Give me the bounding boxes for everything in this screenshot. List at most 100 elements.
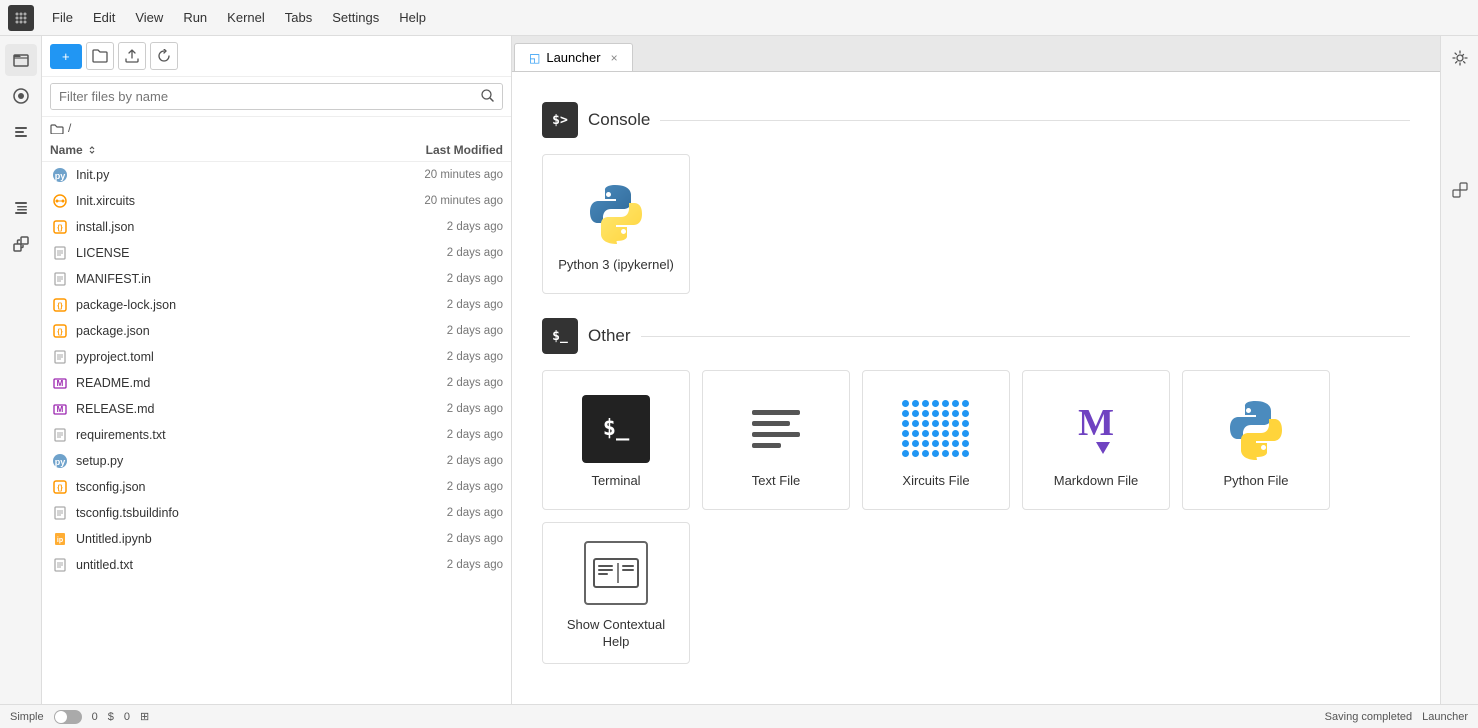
file-date: 2 days ago xyxy=(363,455,503,467)
file-date: 2 days ago xyxy=(363,247,503,259)
menu-run[interactable]: Run xyxy=(173,6,217,29)
svg-text:{}: {} xyxy=(57,225,63,232)
file-date: 2 days ago xyxy=(363,533,503,545)
list-item[interactable]: Init.xircuits 20 minutes ago xyxy=(42,188,511,214)
list-item[interactable]: {} package-lock.json 2 days ago xyxy=(42,292,511,318)
file-name: tsconfig.json xyxy=(76,480,363,494)
menu-kernel[interactable]: Kernel xyxy=(217,6,275,29)
search-input[interactable] xyxy=(51,84,473,109)
list-item[interactable]: MANIFEST.in 2 days ago xyxy=(42,266,511,292)
status-icon-dollar: $ xyxy=(108,711,114,723)
tab-close-icon[interactable]: × xyxy=(611,51,618,65)
launcher-card-contextual-help[interactable]: Show Contextual Help xyxy=(542,522,690,664)
sidebar-item-extensions[interactable] xyxy=(5,228,37,260)
section-console: $> Console xyxy=(542,102,1410,294)
file-name: Init.py xyxy=(76,168,363,182)
sidebar-item-commands[interactable] xyxy=(5,116,37,148)
new-folder-button[interactable] xyxy=(86,42,114,70)
list-item[interactable]: requirements.txt 2 days ago xyxy=(42,422,511,448)
launcher-card-markdown[interactable]: M Markdown File xyxy=(1022,370,1170,510)
launcher-card-pythonfile[interactable]: Python File xyxy=(1182,370,1330,510)
col-modified-header[interactable]: Last Modified xyxy=(363,143,503,157)
launcher-card-xircuits[interactable]: Xircuits File xyxy=(862,370,1010,510)
list-item[interactable]: M README.md 2 days ago xyxy=(42,370,511,396)
list-item[interactable]: {} package.json 2 days ago xyxy=(42,318,511,344)
list-item[interactable]: {} tsconfig.json 2 days ago xyxy=(42,474,511,500)
new-launcher-button[interactable]: + + xyxy=(50,44,82,69)
markdown-label: Markdown File xyxy=(1054,473,1139,490)
right-settings-icon[interactable] xyxy=(1446,44,1474,72)
file-name: README.md xyxy=(76,376,363,390)
other-section-icon: $_ xyxy=(542,318,578,354)
file-name: setup.py xyxy=(76,454,363,468)
svg-text:M: M xyxy=(57,379,64,388)
right-extension-icon[interactable] xyxy=(1446,176,1474,204)
status-toggle[interactable] xyxy=(54,710,82,724)
file-type-icon: M xyxy=(50,399,70,419)
textfile-icon-wrap xyxy=(742,395,810,463)
pythonfile-icon xyxy=(1222,395,1290,463)
file-type-icon: py xyxy=(50,451,70,471)
tab-bar: ◱ Launcher × xyxy=(512,36,1440,72)
menu-settings[interactable]: Settings xyxy=(322,6,389,29)
file-date: 2 days ago xyxy=(363,325,503,337)
list-item[interactable]: ip Untitled.ipynb 2 days ago xyxy=(42,526,511,552)
launcher-card-terminal[interactable]: $_ Terminal xyxy=(542,370,690,510)
file-toolbar: + + xyxy=(42,36,511,77)
section-title-console: Console xyxy=(588,110,650,130)
terminal-label: Terminal xyxy=(591,473,640,490)
menu-help[interactable]: Help xyxy=(389,6,436,29)
search-button[interactable] xyxy=(473,85,502,109)
launcher-card-python3[interactable]: Python 3 (ipykernel) xyxy=(542,154,690,294)
file-type-icon xyxy=(50,269,70,289)
list-item[interactable]: untitled.txt 2 days ago xyxy=(42,552,511,578)
xircuits-icon-wrap xyxy=(902,395,970,463)
file-type-icon: {} xyxy=(50,321,70,341)
other-grid: $_ Terminal xyxy=(542,370,1410,664)
list-item[interactable]: M RELEASE.md 2 days ago xyxy=(42,396,511,422)
file-name: requirements.txt xyxy=(76,428,363,442)
file-type-icon xyxy=(50,555,70,575)
list-item[interactable]: py Init.py 20 minutes ago xyxy=(42,162,511,188)
status-count-1: 0 xyxy=(92,711,98,723)
sidebar-item-running[interactable] xyxy=(5,80,37,112)
file-type-icon xyxy=(50,425,70,445)
upload-button[interactable] xyxy=(118,42,146,70)
svg-text:{}: {} xyxy=(57,329,63,336)
content-area: ◱ Launcher × $> Console xyxy=(512,36,1440,704)
tab-icon: ◱ xyxy=(529,51,540,65)
console-section-icon: $> xyxy=(542,102,578,138)
menu-file[interactable]: File xyxy=(42,6,83,29)
tab-launcher[interactable]: ◱ Launcher × xyxy=(514,43,633,71)
list-item[interactable]: {} install.json 2 days ago xyxy=(42,214,511,240)
svg-text:py: py xyxy=(55,171,66,181)
list-item[interactable]: py setup.py 2 days ago xyxy=(42,448,511,474)
status-icon-grid: ⊞ xyxy=(140,710,149,723)
menu-edit[interactable]: Edit xyxy=(83,6,125,29)
file-name: LICENSE xyxy=(76,246,363,260)
file-name: Init.xircuits xyxy=(76,194,363,208)
status-mode: Simple xyxy=(10,711,44,723)
refresh-button[interactable] xyxy=(150,42,178,70)
launcher-card-textfile[interactable]: Text File xyxy=(702,370,850,510)
menu-tabs[interactable]: Tabs xyxy=(275,6,322,29)
tab-label: Launcher xyxy=(546,50,600,65)
file-date: 2 days ago xyxy=(363,429,503,441)
markdown-icon-wrap: M xyxy=(1062,395,1130,463)
file-date: 2 days ago xyxy=(363,221,503,233)
menu-view[interactable]: View xyxy=(125,6,173,29)
col-name-header[interactable]: Name xyxy=(50,143,363,157)
python3-icon xyxy=(582,179,650,247)
list-item[interactable]: tsconfig.tsbuildinfo 2 days ago xyxy=(42,500,511,526)
list-item[interactable]: pyproject.toml 2 days ago xyxy=(42,344,511,370)
file-type-icon: py xyxy=(50,165,70,185)
xircuits-label: Xircuits File xyxy=(902,473,969,490)
sidebar-item-toc[interactable] xyxy=(5,192,37,224)
sidebar-item-files[interactable] xyxy=(5,44,37,76)
svg-text:py: py xyxy=(55,457,66,467)
section-header-other: $_ Other xyxy=(542,318,1410,354)
section-header-console: $> Console xyxy=(542,102,1410,138)
file-type-icon: {} xyxy=(50,217,70,237)
list-item[interactable]: LICENSE 2 days ago xyxy=(42,240,511,266)
file-type-icon xyxy=(50,243,70,263)
